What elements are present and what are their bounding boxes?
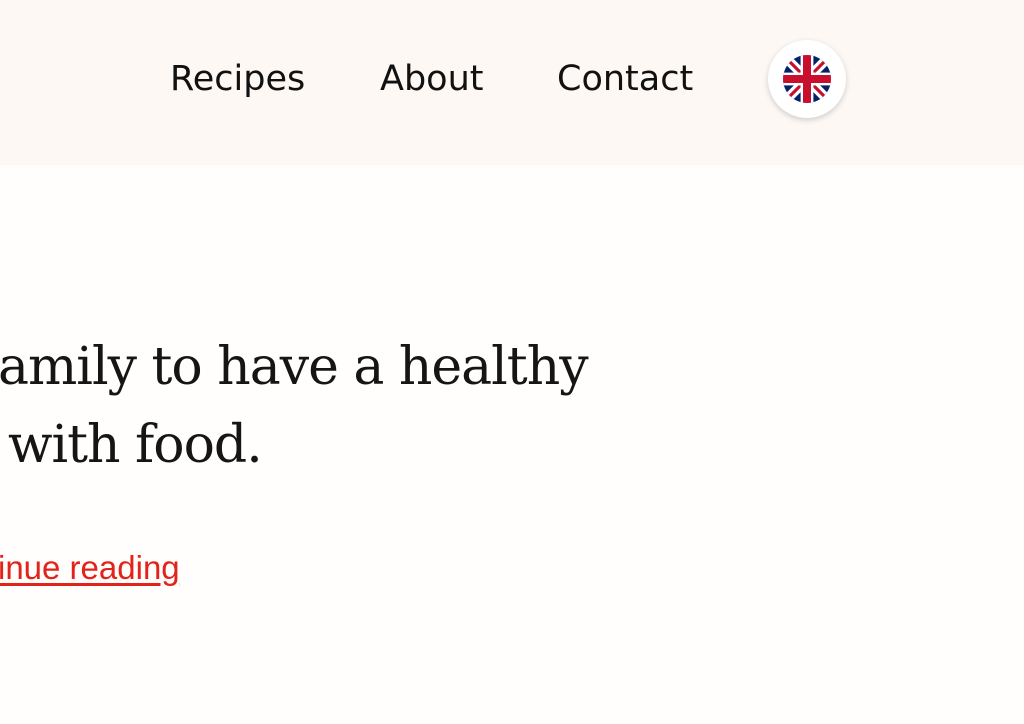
continue-reading-link[interactable]: inue reading [0, 548, 180, 588]
article-excerpt: amily to have a healthy with food. [0, 328, 640, 484]
nav-recipes-link[interactable]: Recipes [170, 57, 305, 101]
uk-flag-icon [783, 55, 831, 103]
excerpt-line-2: with food. [8, 415, 263, 475]
site-header: Recipes About Contact [0, 0, 1024, 165]
excerpt-line-1: amily to have a healthy [0, 337, 589, 397]
nav-contact-link[interactable]: Contact [557, 57, 693, 101]
nav-about-link[interactable]: About [380, 57, 483, 101]
language-switcher-button[interactable] [768, 40, 846, 118]
